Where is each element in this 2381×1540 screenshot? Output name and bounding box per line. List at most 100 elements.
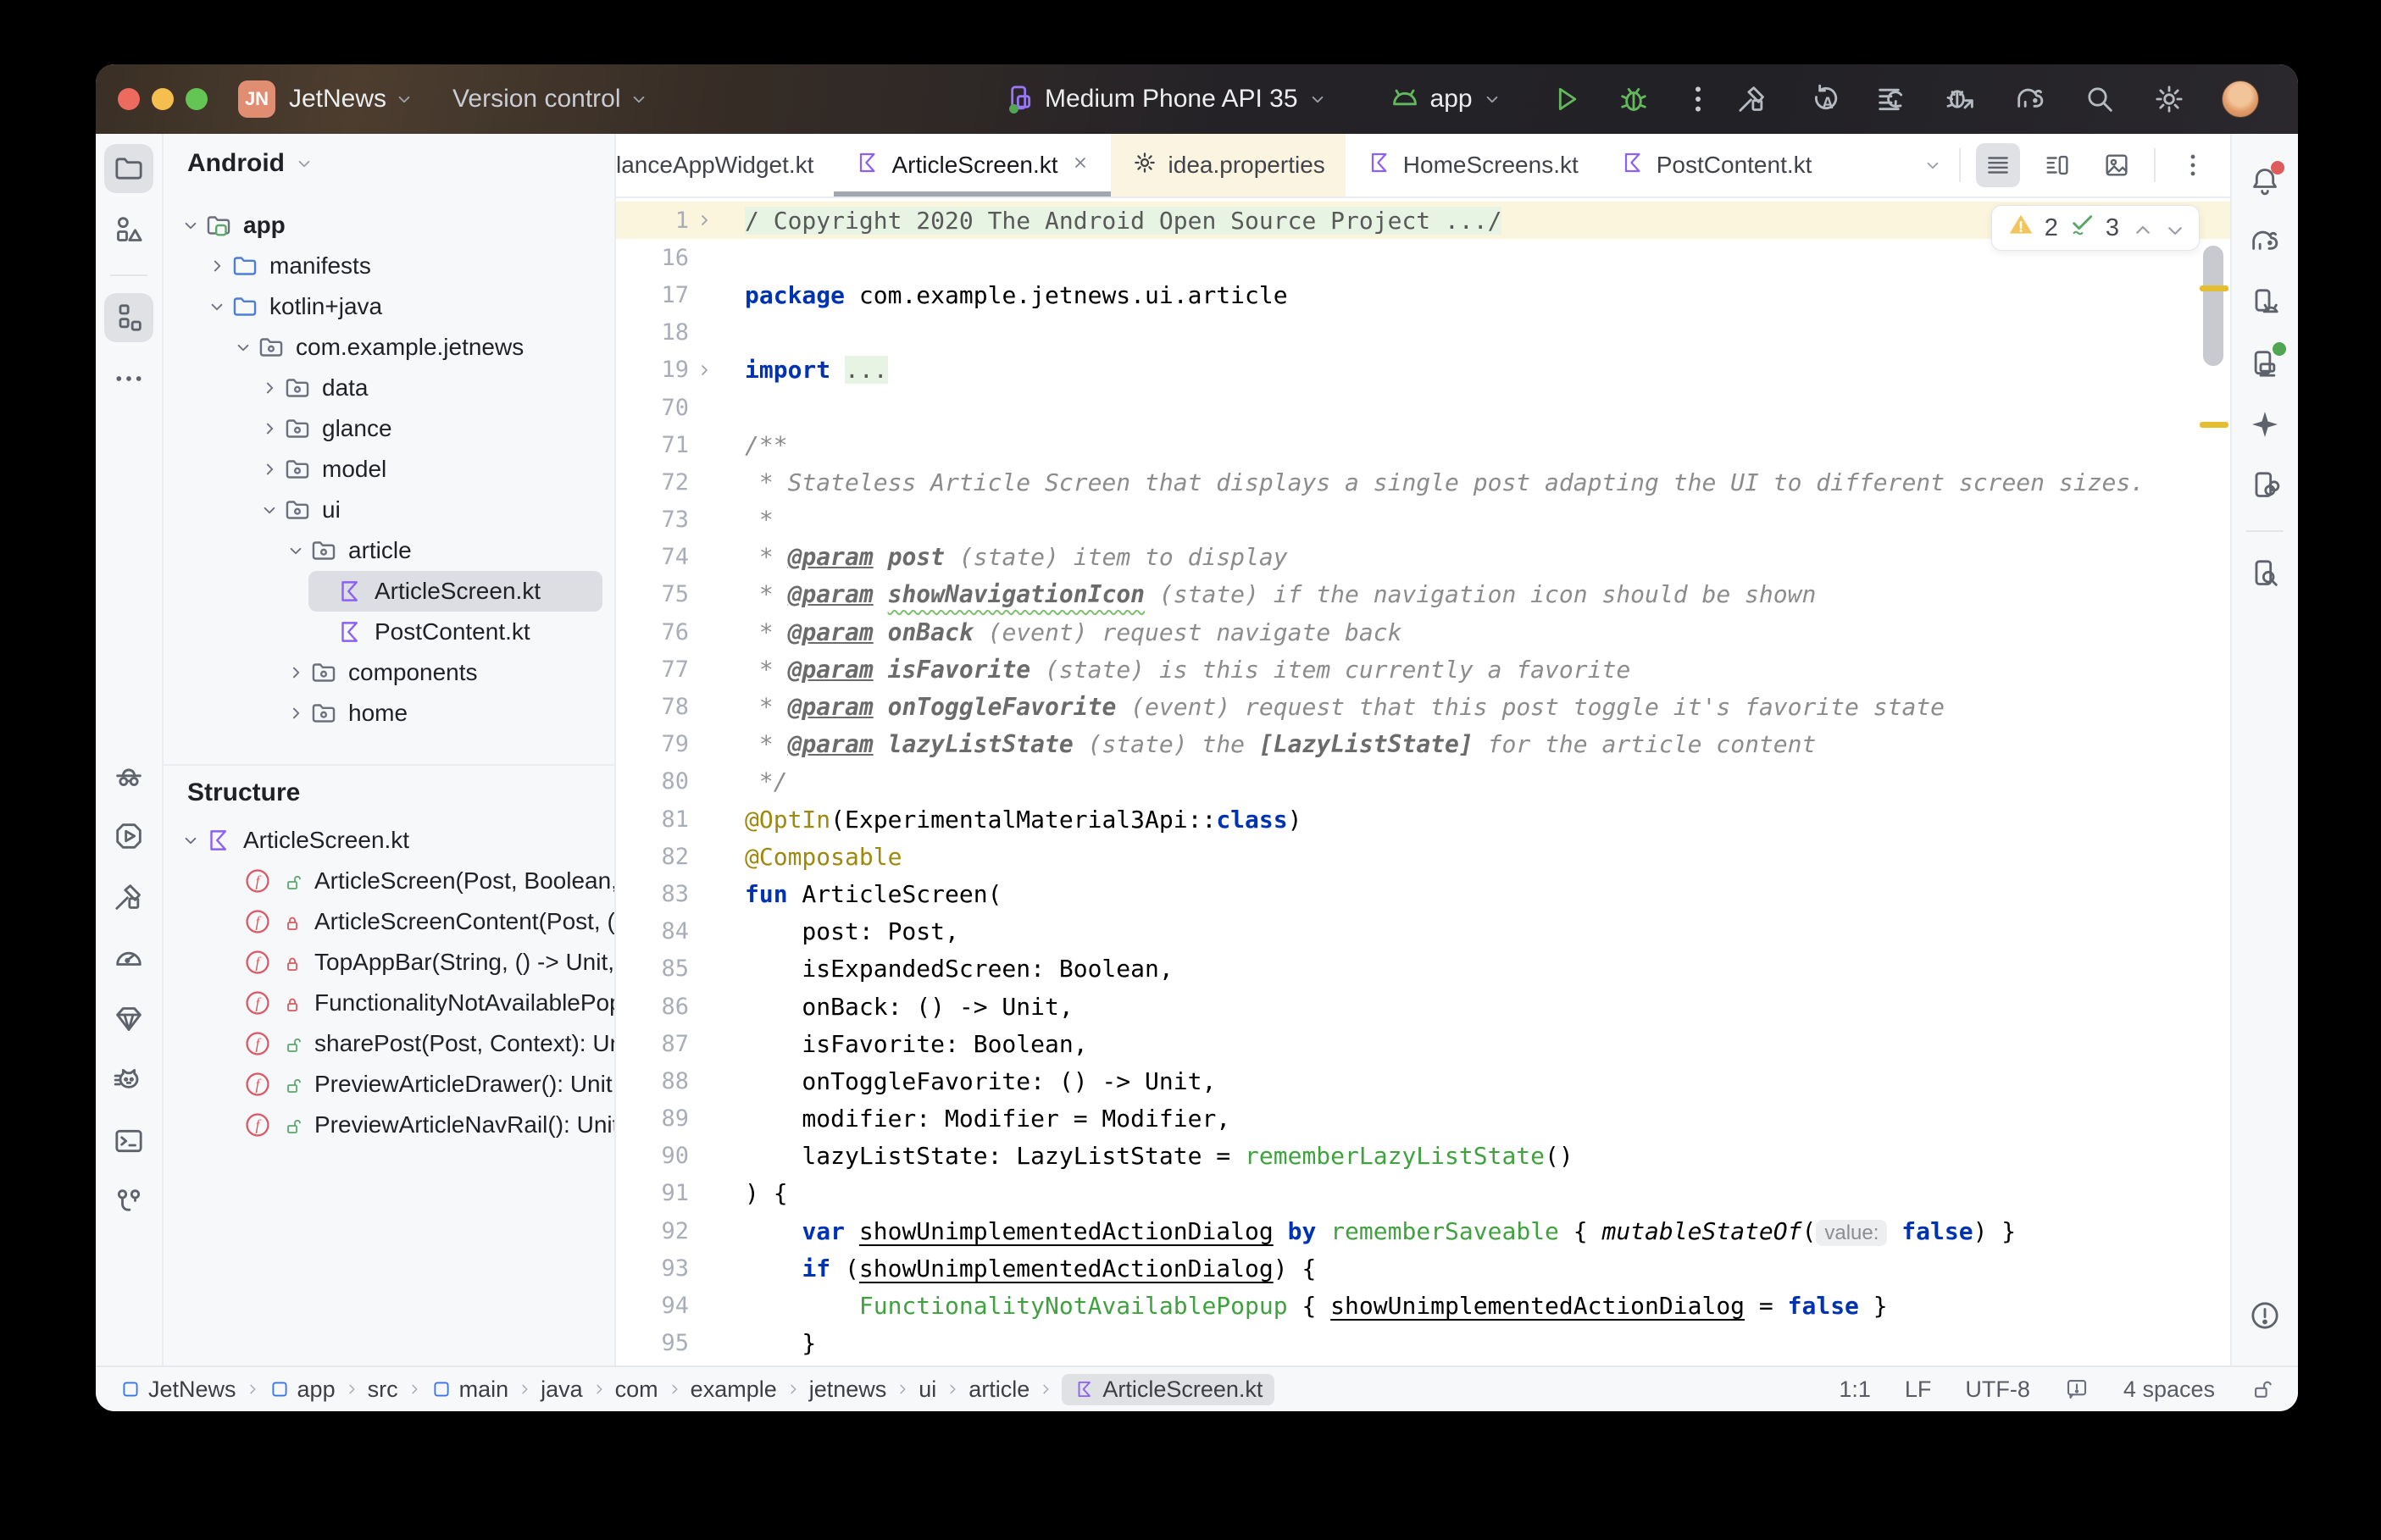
tree-collapse-chevron[interactable] bbox=[256, 499, 283, 521]
code-line[interactable]: 82 @Composable bbox=[616, 838, 2230, 875]
breadcrumb-item[interactable]: com bbox=[615, 1377, 658, 1403]
line-number[interactable]: 72 bbox=[616, 469, 689, 496]
git-branch-icon[interactable] bbox=[104, 1177, 153, 1227]
editor-tab[interactable]: ArticleScreen.kt bbox=[834, 134, 1111, 197]
code-line[interactable]: 1/ Copyright 2020 The Android Open Sourc… bbox=[616, 202, 2230, 240]
breadcrumb-item[interactable]: article bbox=[968, 1377, 1030, 1403]
editor-tab[interactable]: HomeScreens.kt bbox=[1346, 134, 1599, 197]
tree-item[interactable]: home bbox=[164, 693, 614, 734]
device-selector[interactable]: Medium Phone API 35 bbox=[1002, 82, 1329, 116]
close-window-button[interactable] bbox=[118, 88, 140, 110]
editor-scrollbar[interactable] bbox=[2203, 246, 2223, 366]
line-number[interactable]: 88 bbox=[616, 1068, 689, 1094]
tree-item[interactable]: com.example.jetnews bbox=[164, 327, 614, 368]
line-number[interactable]: 93 bbox=[616, 1255, 689, 1282]
line-number[interactable]: 87 bbox=[616, 1031, 689, 1057]
code-line[interactable]: 78 * @param onToggleFavorite (event) req… bbox=[616, 688, 2230, 725]
tree-collapse-chevron[interactable] bbox=[177, 214, 204, 236]
code-line[interactable]: 93 if (showUnimplementedActionDialog) { bbox=[616, 1249, 2230, 1287]
fold-chevron-icon[interactable] bbox=[689, 210, 719, 230]
structure-item[interactable]: f ArticleScreenContent(Post, () bbox=[164, 901, 614, 942]
code-line[interactable]: 83 fun ArticleScreen( bbox=[616, 875, 2230, 912]
project-view-selector[interactable]: Android bbox=[164, 134, 614, 193]
run-button[interactable] bbox=[1549, 82, 1583, 116]
breadcrumb-item[interactable]: example bbox=[691, 1377, 777, 1403]
breadcrumb-item[interactable]: java bbox=[541, 1377, 583, 1403]
breadcrumb-item[interactable]: main bbox=[430, 1377, 508, 1403]
tree-collapse-chevron[interactable] bbox=[177, 829, 204, 851]
unlock-icon[interactable] bbox=[2249, 1377, 2274, 1402]
code-line[interactable]: 74 * @param post (state) item to display bbox=[616, 539, 2230, 576]
gradle-elephant-icon[interactable] bbox=[2240, 217, 2289, 266]
tree-expand-chevron[interactable] bbox=[203, 255, 230, 277]
close-tab-icon[interactable] bbox=[1070, 152, 1091, 179]
build-hammer-icon[interactable] bbox=[104, 872, 153, 922]
line-number[interactable]: 95 bbox=[616, 1330, 689, 1356]
line-number[interactable]: 85 bbox=[616, 956, 689, 982]
user-avatar[interactable] bbox=[2222, 80, 2259, 118]
app-insights-diamond-icon[interactable] bbox=[104, 994, 153, 1044]
apply-changes-icon[interactable]: A bbox=[1805, 82, 1839, 116]
line-number[interactable]: 90 bbox=[616, 1143, 689, 1169]
code-line[interactable]: 89 modifier: Modifier = Modifier, bbox=[616, 1100, 2230, 1138]
code-line[interactable]: 17 package com.example.jetnews.ui.article bbox=[616, 276, 2230, 313]
structure-item[interactable]: f FunctionalityNotAvailablePop bbox=[164, 983, 614, 1023]
line-number[interactable]: 17 bbox=[616, 282, 689, 308]
resource-manager-icon[interactable] bbox=[104, 205, 153, 254]
tree-collapse-chevron[interactable] bbox=[230, 336, 257, 358]
tree-item[interactable]: article bbox=[164, 530, 614, 571]
line-number[interactable]: 94 bbox=[616, 1293, 689, 1319]
breadcrumb-item[interactable]: jetnews bbox=[809, 1377, 887, 1403]
line-number[interactable]: 18 bbox=[616, 319, 689, 346]
editor-tab[interactable]: lanceAppWidget.kt bbox=[616, 134, 834, 197]
structure-item[interactable]: f ArticleScreen(Post, Boolean, bbox=[164, 861, 614, 901]
logcat-cat-icon[interactable] bbox=[104, 1055, 153, 1105]
fold-chevron-icon[interactable] bbox=[689, 360, 719, 380]
debug-button[interactable] bbox=[1617, 82, 1651, 116]
minimize-window-button[interactable] bbox=[152, 88, 174, 110]
line-number[interactable]: 89 bbox=[616, 1105, 689, 1132]
device-manager-icon[interactable] bbox=[2240, 278, 2289, 327]
breadcrumb-item[interactable]: src bbox=[368, 1377, 398, 1403]
warning-stripe-mark[interactable] bbox=[2200, 285, 2228, 291]
profiler-gauge-icon[interactable] bbox=[104, 933, 153, 983]
zoom-window-button[interactable] bbox=[186, 88, 208, 110]
tree-expand-chevron[interactable] bbox=[256, 418, 283, 440]
settings-gear-icon[interactable] bbox=[2152, 82, 2186, 116]
breadcrumb-item[interactable]: ui bbox=[919, 1377, 936, 1403]
inspection-bubble-icon[interactable] bbox=[2064, 1377, 2090, 1402]
code-line[interactable]: 18 bbox=[616, 314, 2230, 352]
file-encoding[interactable]: UTF-8 bbox=[1965, 1377, 2030, 1403]
app-inspection-spy-icon[interactable] bbox=[104, 751, 153, 800]
search-icon[interactable] bbox=[2083, 82, 2117, 116]
code-line[interactable]: 71/** bbox=[616, 426, 2230, 463]
code-line[interactable]: 19 import ... bbox=[616, 352, 2230, 389]
code-line[interactable]: 70 bbox=[616, 389, 2230, 426]
device-mirroring-icon[interactable] bbox=[2240, 461, 2289, 510]
line-number[interactable]: 83 bbox=[616, 881, 689, 907]
code-line[interactable]: 72 * Stateless Article Screen that displ… bbox=[616, 463, 2230, 501]
code-line[interactable]: 84 post: Post, bbox=[616, 913, 2230, 950]
line-number[interactable]: 76 bbox=[616, 619, 689, 645]
prev-problem-button[interactable] bbox=[2129, 217, 2151, 239]
code-editor[interactable]: 1/ Copyright 2020 The Android Open Sourc… bbox=[616, 198, 2230, 1366]
gemini-sparkle-icon[interactable] bbox=[2240, 400, 2289, 449]
breadcrumb-item[interactable]: JetNews bbox=[119, 1377, 236, 1403]
tree-item[interactable]: ui bbox=[164, 490, 614, 530]
indent-setting[interactable]: 4 spaces bbox=[2123, 1377, 2215, 1403]
tree-item[interactable]: components bbox=[164, 652, 614, 693]
split-view-button[interactable] bbox=[2035, 143, 2079, 187]
line-number[interactable]: 19 bbox=[616, 357, 689, 383]
code-line[interactable]: 94 FunctionalityNotAvailablePopup { show… bbox=[616, 1287, 2230, 1324]
code-line[interactable]: 77 * @param isFavorite (state) is this i… bbox=[616, 651, 2230, 688]
device-explorer-icon[interactable] bbox=[2240, 549, 2289, 598]
tree-item[interactable]: manifests bbox=[164, 246, 614, 286]
build-hammer-icon[interactable] bbox=[1735, 82, 1769, 116]
code-line[interactable]: 87 isFavorite: Boolean, bbox=[616, 1025, 2230, 1062]
vcs-menu[interactable]: Version control bbox=[452, 85, 649, 114]
structure-item[interactable]: f sharePost(Post, Context): Un bbox=[164, 1023, 614, 1064]
line-number[interactable]: 84 bbox=[616, 918, 689, 944]
line-ending[interactable]: LF bbox=[1905, 1377, 1932, 1403]
more-actions-kebab-icon[interactable] bbox=[1681, 82, 1715, 116]
tree-item[interactable]: model bbox=[164, 449, 614, 490]
